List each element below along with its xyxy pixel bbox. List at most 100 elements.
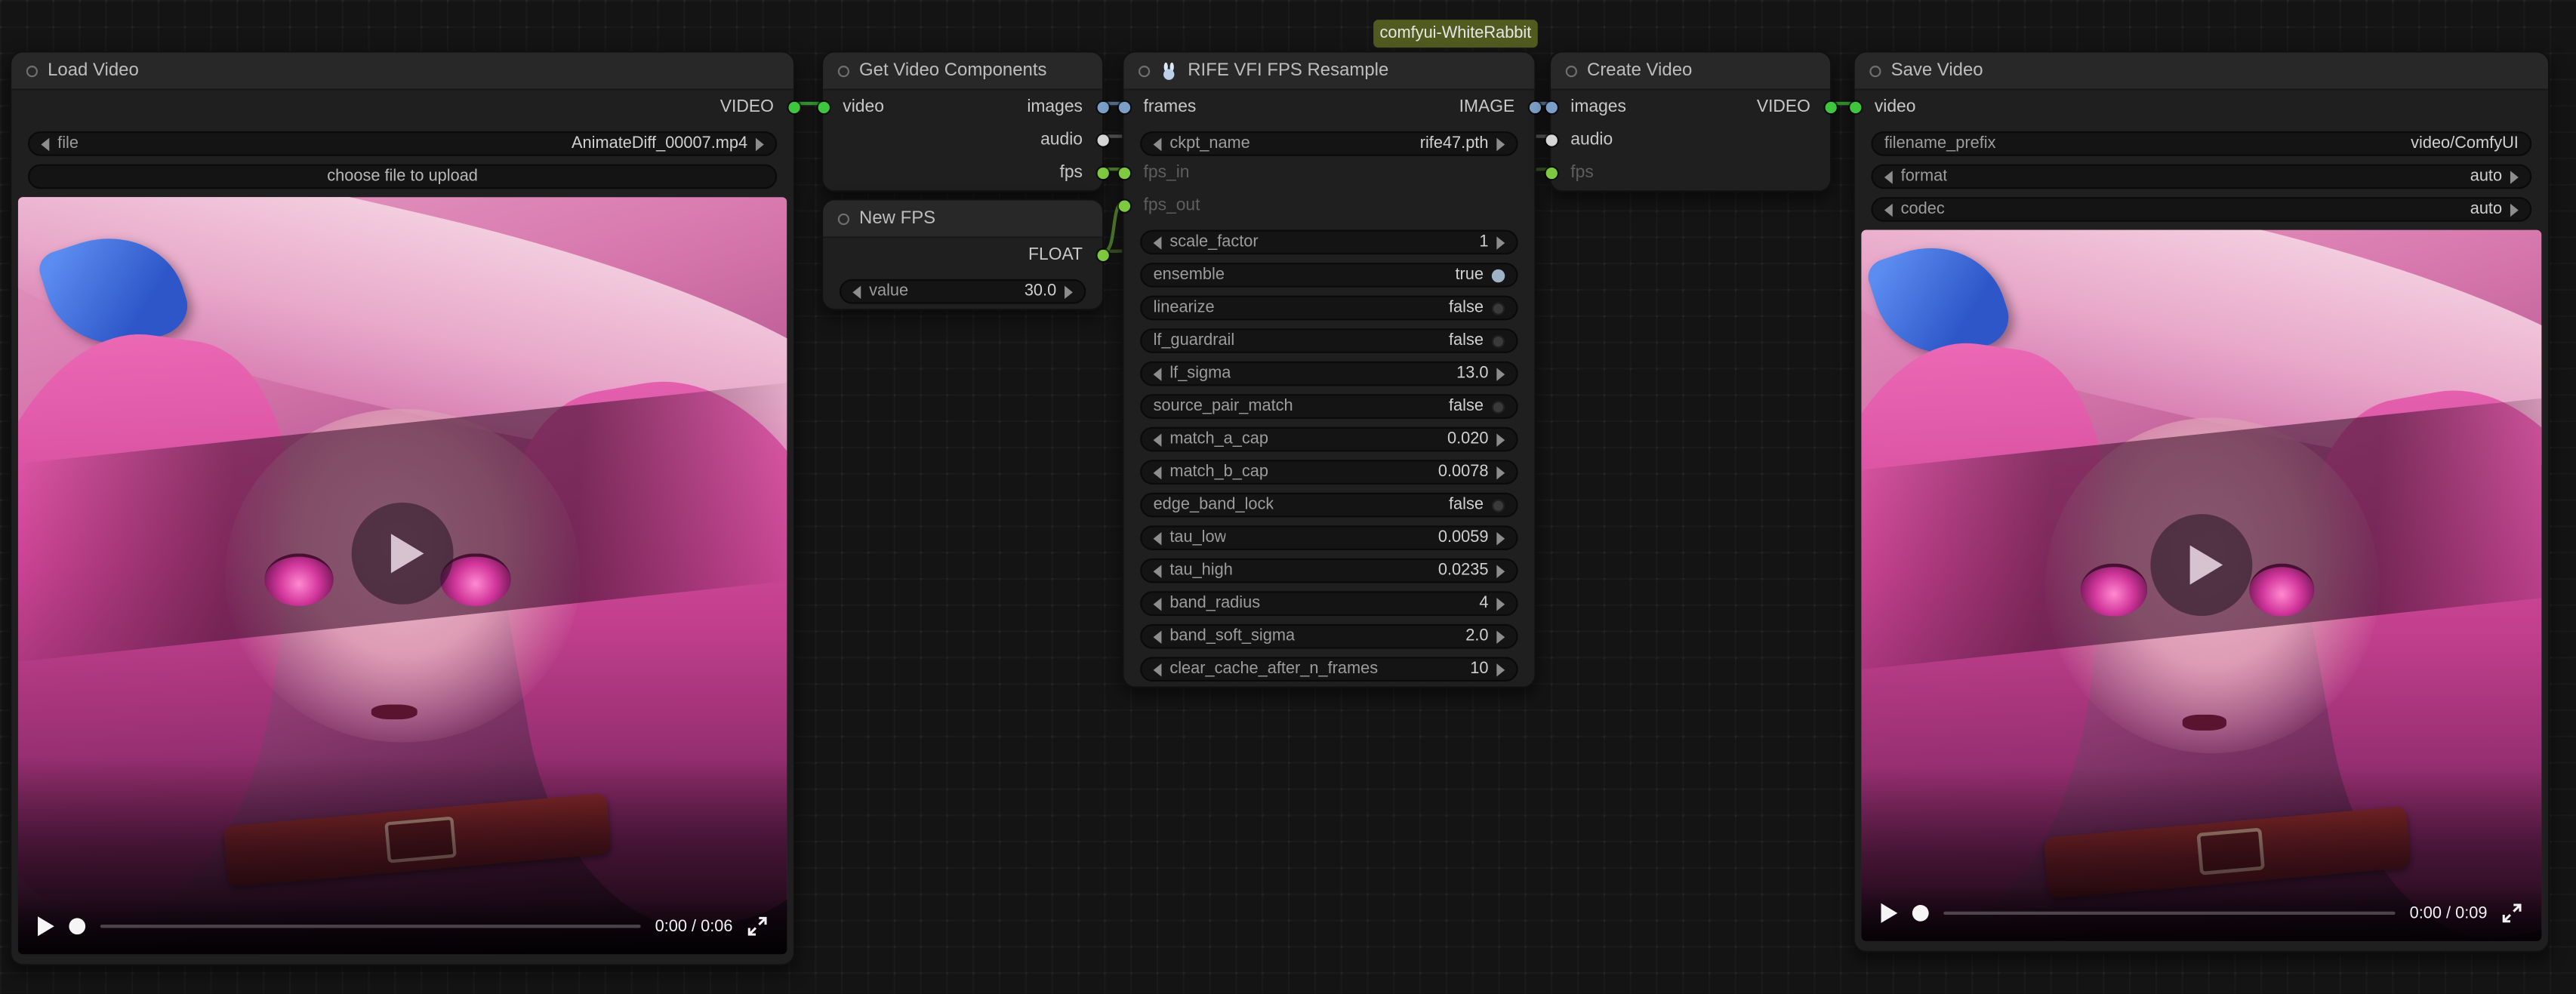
filename-prefix-widget[interactable]: filename_prefix video/ComfyUI — [1871, 131, 2531, 156]
video-preview[interactable]: 0:00 / 0:09 — [1861, 230, 2541, 941]
video-preview[interactable]: 0:00 / 0:06 — [18, 197, 787, 954]
decrement-icon[interactable] — [1154, 137, 1162, 150]
play-overlay-button[interactable] — [352, 502, 454, 604]
node-create-video[interactable]: Create Video images VIDEO audio fps — [1549, 51, 1832, 192]
video-controls[interactable]: 0:00 / 0:06 — [18, 898, 787, 954]
slot-row: images VIDEO — [1551, 91, 1830, 124]
video-controls[interactable]: 0:00 / 0:09 — [1861, 885, 2541, 941]
ckpt-name-combo-widget[interactable]: ckpt_name rife47.pth — [1140, 131, 1518, 156]
node-graph[interactable]: comfyui-WhiteRabbit Load Video VIDEO fil… — [0, 0, 2576, 993]
node-rife-header[interactable]: RIFE VFI FPS Resample — [1123, 53, 1534, 91]
file-combo-widget[interactable]: file AnimateDiff_00007.mp4 — [28, 131, 777, 156]
output-slot-audio[interactable] — [1096, 134, 1108, 145]
fullscreen-icon[interactable] — [747, 916, 767, 936]
collapse-icon[interactable] — [838, 65, 849, 76]
increment-icon[interactable] — [2510, 203, 2519, 216]
increment-icon[interactable] — [1065, 285, 1073, 298]
collapse-icon[interactable] — [1566, 65, 1577, 76]
upload-button[interactable]: choose file to upload — [28, 165, 777, 189]
increment-icon[interactable] — [1496, 564, 1505, 577]
tau-high-widget[interactable]: tau_high 0.0235 — [1140, 559, 1518, 583]
decrement-icon[interactable] — [1884, 170, 1893, 183]
codec-combo-widget[interactable]: codec auto — [1871, 197, 2531, 222]
collapse-icon[interactable] — [838, 213, 849, 224]
tau-low-widget[interactable]: tau_low 0.0059 — [1140, 525, 1518, 550]
toggle-icon[interactable] — [1492, 334, 1505, 347]
increment-icon[interactable] — [1496, 597, 1505, 610]
band-soft-sigma-widget[interactable]: band_soft_sigma 2.0 — [1140, 624, 1518, 649]
increment-icon[interactable] — [1496, 432, 1505, 445]
group-title-badge[interactable]: comfyui-WhiteRabbit — [1373, 20, 1538, 48]
lf-guardrail-toggle-widget[interactable]: lf_guardrail false — [1140, 328, 1518, 353]
output-slot-images[interactable] — [1096, 101, 1108, 112]
scrubber-handle[interactable] — [69, 918, 85, 934]
output-slot-image[interactable] — [1529, 101, 1540, 112]
collapse-icon[interactable] — [1869, 65, 1881, 76]
increment-icon[interactable] — [756, 137, 764, 150]
band-radius-widget[interactable]: band_radius 4 — [1140, 591, 1518, 616]
play-icon[interactable] — [1881, 903, 1898, 923]
decrement-icon[interactable] — [1154, 630, 1162, 643]
decrement-icon[interactable] — [1154, 235, 1162, 248]
linearize-toggle-widget[interactable]: linearize false — [1140, 296, 1518, 321]
decrement-icon[interactable] — [1154, 531, 1162, 544]
node-gvc-header[interactable]: Get Video Components — [823, 53, 1102, 91]
increment-icon[interactable] — [1496, 663, 1505, 675]
toggle-icon[interactable] — [1492, 301, 1505, 314]
clear-cache-widget[interactable]: clear_cache_after_n_frames 10 — [1140, 657, 1518, 682]
increment-icon[interactable] — [1496, 235, 1505, 248]
decrement-icon[interactable] — [1154, 564, 1162, 577]
edge-band-lock-toggle-widget[interactable]: edge_band_lock false — [1140, 493, 1518, 518]
increment-icon[interactable] — [1496, 367, 1505, 380]
increment-icon[interactable] — [1496, 630, 1505, 643]
increment-icon[interactable] — [2510, 170, 2519, 183]
output-slot-float[interactable] — [1096, 249, 1108, 260]
node-rife-vfi-fps-resample[interactable]: RIFE VFI FPS Resample frames IMAGE ckpt_… — [1122, 51, 1536, 688]
node-create-header[interactable]: Create Video — [1551, 53, 1830, 91]
decrement-icon[interactable] — [1154, 432, 1162, 445]
node-save-header[interactable]: Save Video — [1855, 53, 2548, 91]
node-save-video[interactable]: Save Video video filename_prefix video/C… — [1853, 51, 2550, 952]
increment-icon[interactable] — [1496, 531, 1505, 544]
increment-icon[interactable] — [1496, 466, 1505, 479]
scale-factor-widget[interactable]: scale_factor 1 — [1140, 230, 1518, 255]
play-overlay-button[interactable] — [2150, 513, 2252, 615]
fullscreen-icon[interactable] — [2502, 903, 2522, 923]
scrubber-handle[interactable] — [1912, 905, 1929, 922]
decrement-icon[interactable] — [1154, 367, 1162, 380]
output-slot-video[interactable] — [1824, 101, 1835, 112]
value-number-widget[interactable]: value 30.0 — [840, 279, 1086, 304]
play-icon[interactable] — [38, 916, 54, 936]
increment-icon[interactable] — [1496, 137, 1505, 150]
node-get-video-components[interactable]: Get Video Components video images audio … — [821, 51, 1104, 192]
node-load-video[interactable]: Load Video VIDEO file AnimateDiff_00007.… — [10, 51, 795, 965]
decrement-icon[interactable] — [1154, 663, 1162, 675]
node-new-fps[interactable]: New FPS FLOAT value 30.0 — [821, 198, 1104, 310]
decrement-icon[interactable] — [1154, 597, 1162, 610]
output-slot-fps[interactable] — [1096, 167, 1108, 178]
toggle-icon[interactable] — [1492, 400, 1505, 413]
progress-track[interactable] — [100, 925, 640, 928]
ensemble-toggle-widget[interactable]: ensemble true — [1140, 263, 1518, 288]
output-slot-video[interactable] — [787, 101, 799, 112]
toggle-icon[interactable] — [1492, 269, 1505, 282]
toggle-icon[interactable] — [1492, 498, 1505, 511]
decrement-icon[interactable] — [1884, 203, 1893, 216]
decrement-icon[interactable] — [41, 137, 49, 150]
format-combo-widget[interactable]: format auto — [1871, 165, 2531, 189]
node-load-video-header[interactable]: Load Video — [11, 53, 793, 91]
widget-value: 10 — [1470, 660, 1488, 679]
source-pair-match-toggle-widget[interactable]: source_pair_match false — [1140, 394, 1518, 419]
comfyui-canvas[interactable]: comfyui-WhiteRabbit Load Video VIDEO fil… — [0, 0, 2576, 994]
node-newfps-header[interactable]: New FPS — [823, 200, 1102, 238]
progress-track[interactable] — [1943, 912, 2395, 915]
decrement-icon[interactable] — [1154, 466, 1162, 479]
collapse-icon[interactable] — [1139, 65, 1150, 76]
input-slot-label: fps — [1570, 162, 1593, 182]
widget-value: 0.0078 — [1438, 463, 1489, 482]
decrement-icon[interactable] — [852, 285, 861, 298]
match-b-cap-widget[interactable]: match_b_cap 0.0078 — [1140, 460, 1518, 485]
collapse-icon[interactable] — [26, 65, 38, 76]
lf-sigma-widget[interactable]: lf_sigma 13.0 — [1140, 362, 1518, 386]
match-a-cap-widget[interactable]: match_a_cap 0.020 — [1140, 427, 1518, 452]
